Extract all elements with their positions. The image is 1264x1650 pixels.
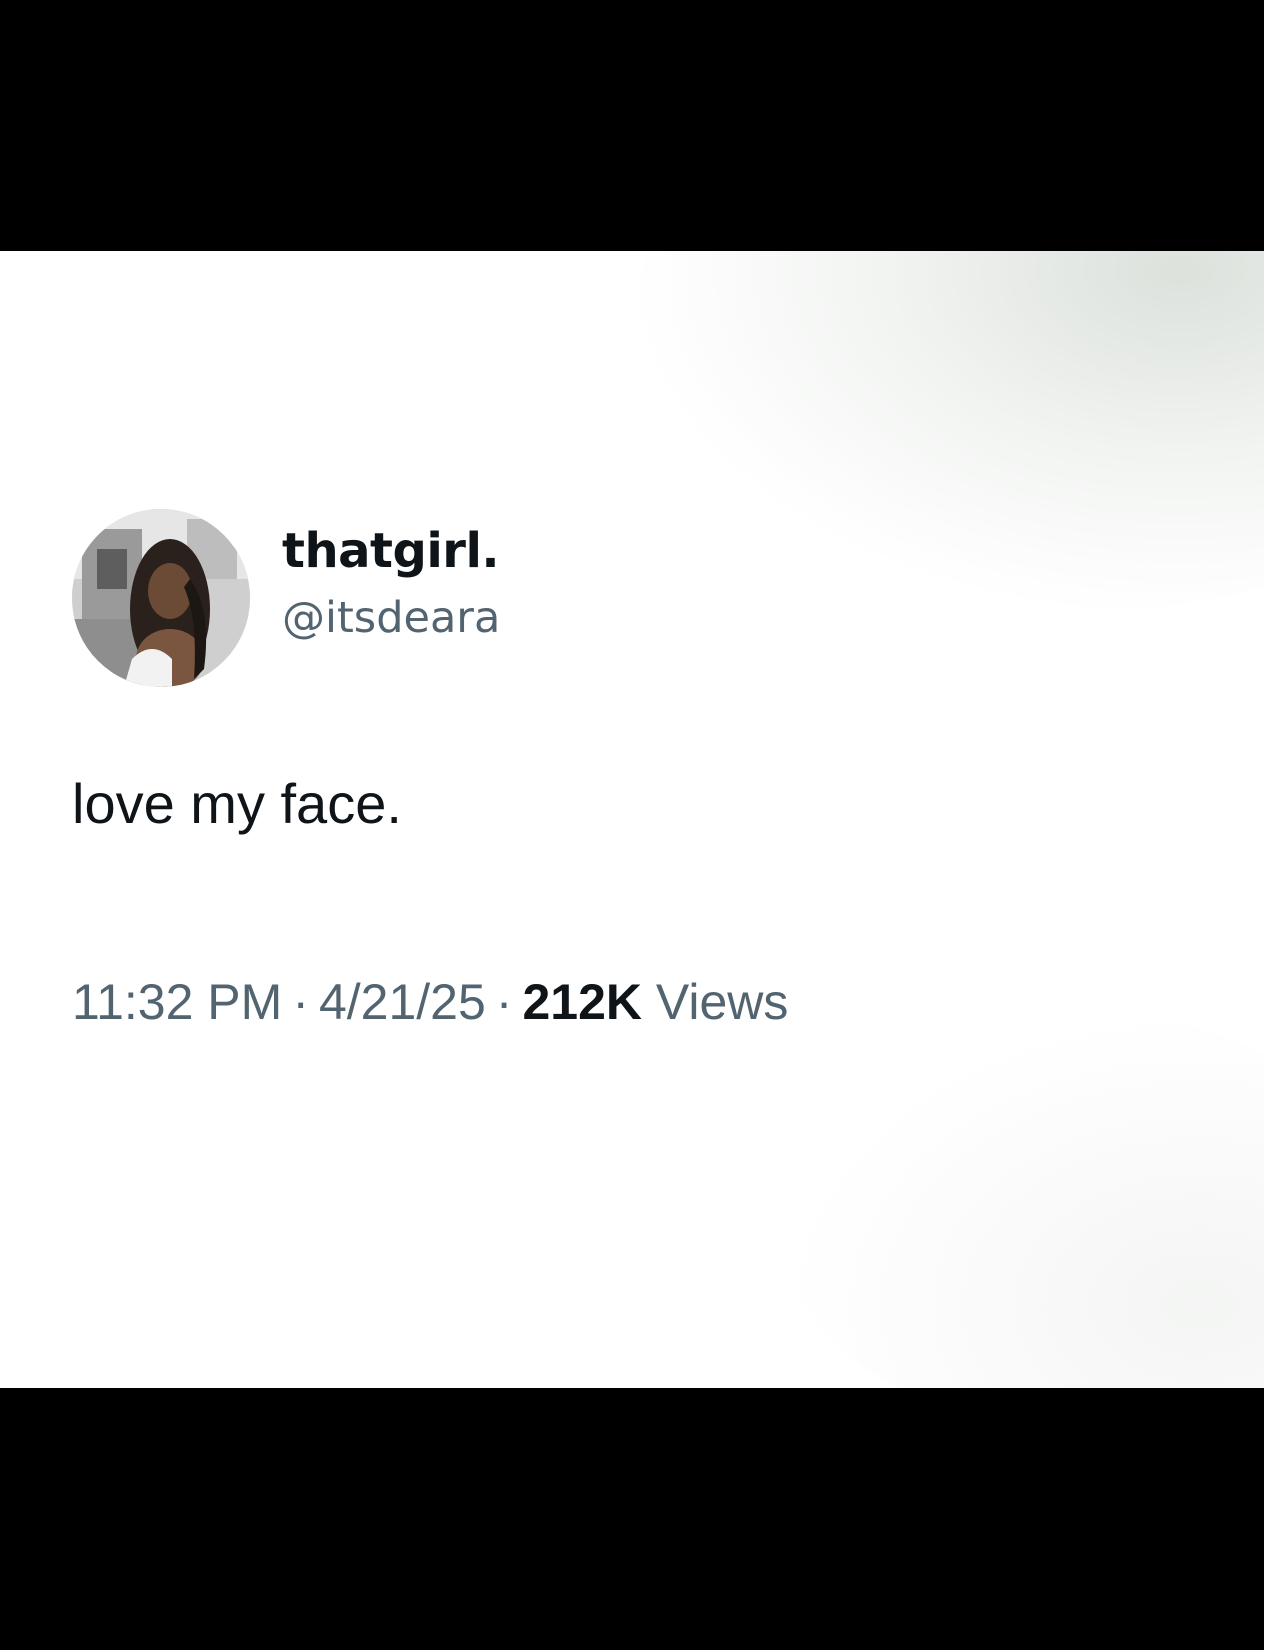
tweet-meta: 11:32 PM · 4/21/25 · 212K Views: [72, 973, 788, 1031]
avatar-photo-icon: [72, 509, 250, 687]
avatar[interactable]: [72, 509, 250, 687]
letterbox-bottom: [0, 1388, 1264, 1650]
letterbox-top: [0, 0, 1264, 251]
meta-separator: ·: [495, 974, 513, 1030]
user-handle[interactable]: @itsdeara: [282, 593, 500, 643]
tweet-time[interactable]: 11:32 PM: [72, 974, 282, 1030]
tweet-text: love my face.: [72, 772, 402, 835]
views-count[interactable]: 212K: [522, 974, 642, 1030]
display-name[interactable]: thatgirl.: [282, 523, 500, 579]
tweet-date[interactable]: 4/21/25: [319, 974, 486, 1030]
meta-separator: ·: [292, 974, 309, 1030]
tweet-card: thatgirl. @itsdeara love my face. 11:32 …: [0, 251, 1264, 1388]
views-label: Views: [655, 974, 789, 1030]
